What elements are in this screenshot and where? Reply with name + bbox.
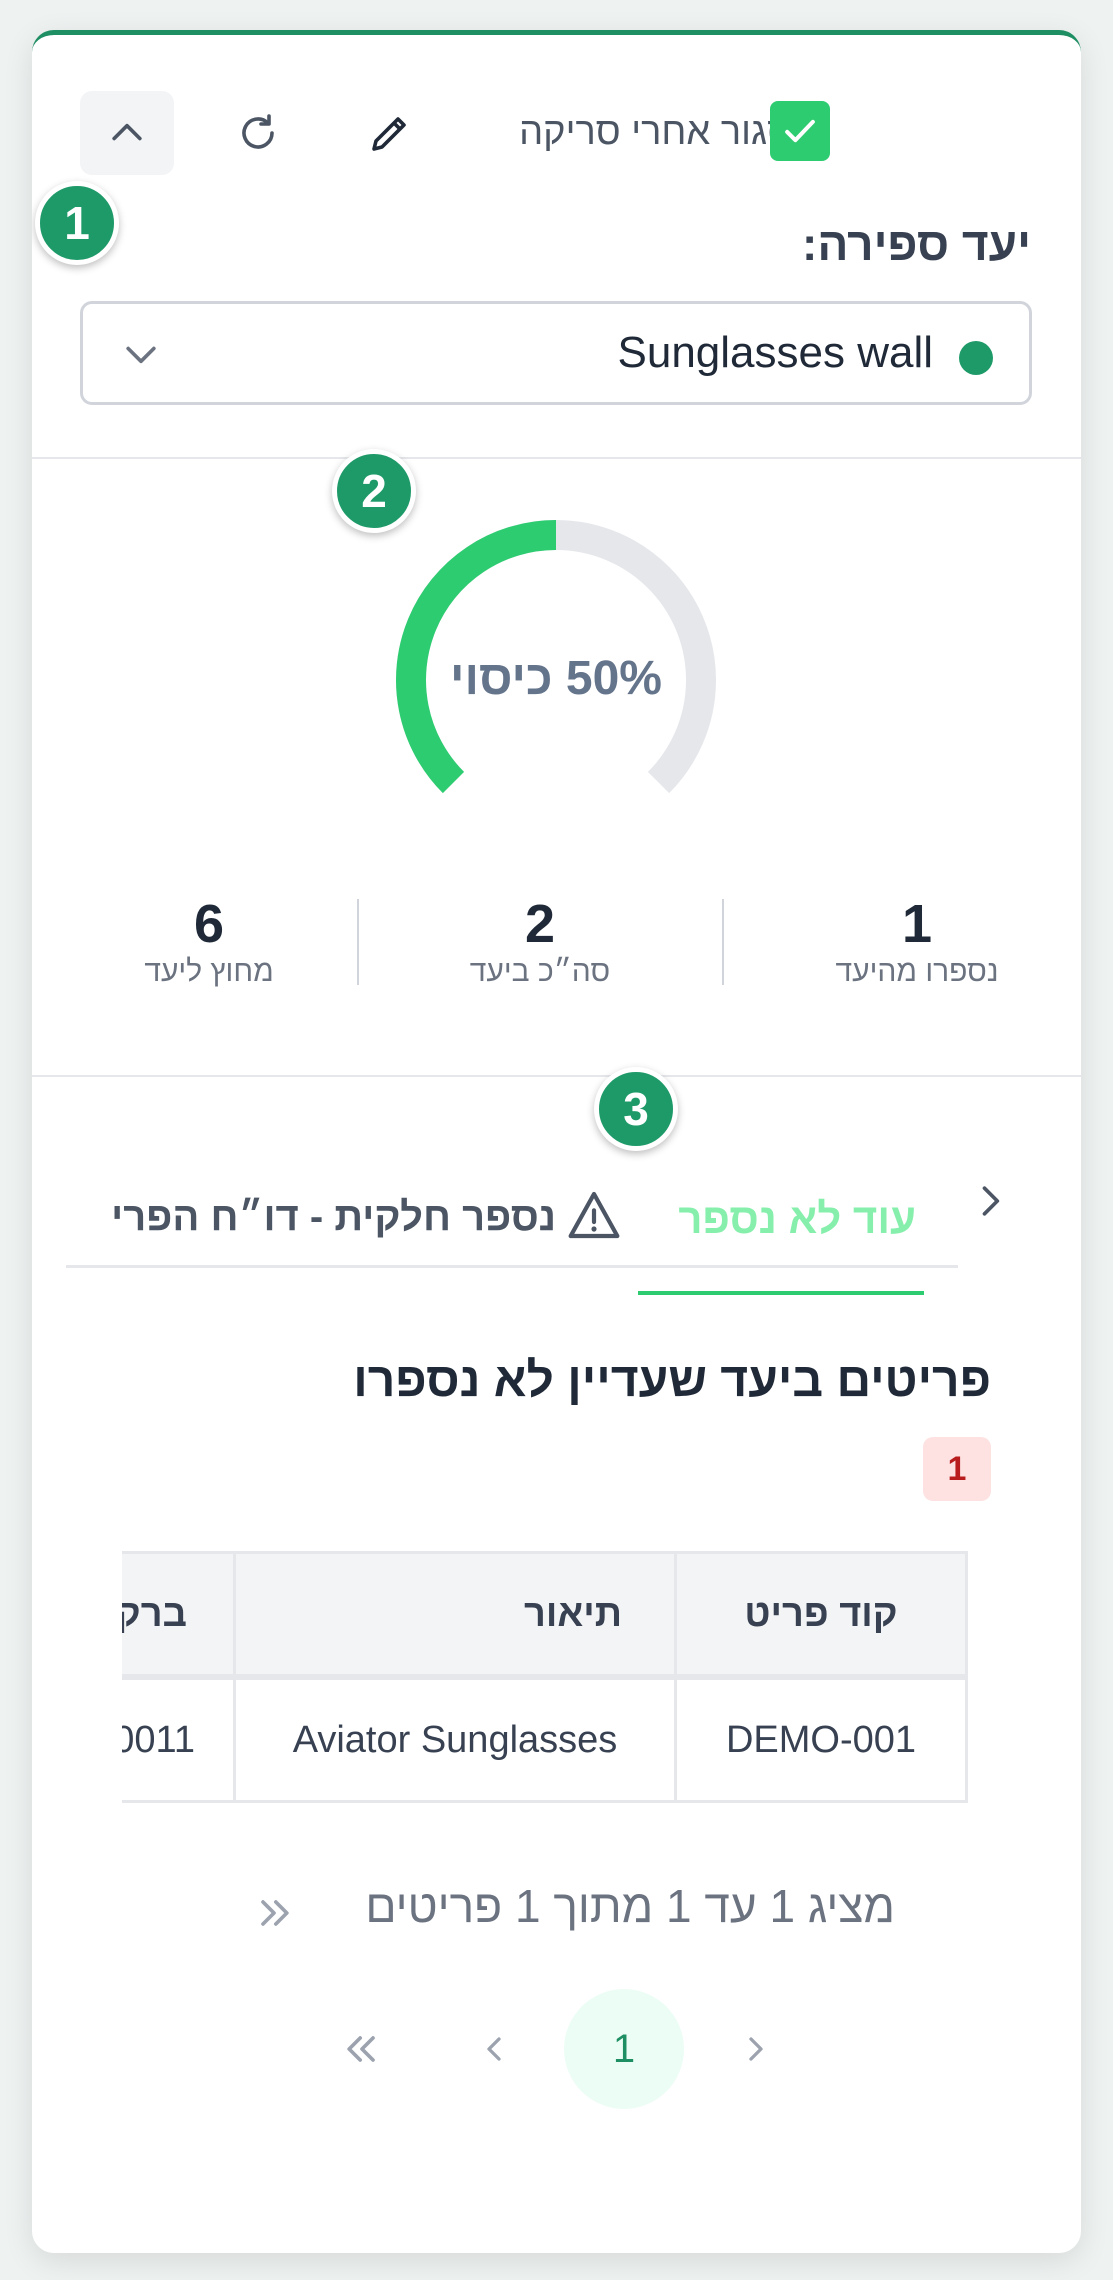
table-header-item-code: קוד פריט (674, 1551, 968, 1677)
double-chevron-left-icon (347, 2036, 375, 2062)
table-cell-item-code: DEMO-001 (674, 1677, 968, 1803)
chevron-down-icon (126, 346, 156, 364)
edit-button[interactable] (358, 101, 422, 165)
step-badge-3: 3 (594, 1067, 678, 1151)
chevron-left-icon (487, 2037, 501, 2061)
close-after-scan-label: סגור אחרי סריקה (519, 111, 792, 153)
check-icon (785, 119, 815, 143)
stat-outside-value: 6 (193, 894, 225, 954)
expand-pagination-button[interactable] (246, 1885, 302, 1941)
tabs-scroll-right-button[interactable] (962, 1165, 1018, 1237)
chevron-right-icon (749, 2037, 763, 2061)
target-label: יעד ספירה: (802, 218, 1031, 270)
table-header-description: תיאור (233, 1551, 677, 1677)
count-panel: סגור אחרי סריקה 1 יעד ספירה: Sunglasses … (32, 30, 1081, 2253)
tab-not-counted[interactable]: עוד לא נספר (638, 1165, 924, 1295)
table-header-barcode: ברקו (122, 1551, 236, 1677)
first-page-button[interactable] (332, 2019, 392, 2079)
double-chevron-right-icon (261, 1900, 289, 1926)
current-page-button[interactable]: 1 (564, 1989, 684, 2109)
stat-outside-label: מחוץ ליעד (144, 955, 274, 988)
refresh-icon (242, 114, 274, 149)
target-status-dot (959, 341, 993, 375)
table-cell-description: Aviator Sunglasses (233, 1677, 677, 1803)
target-select[interactable]: Sunglasses wall (80, 301, 1032, 405)
step-badge-1: 1 (35, 181, 119, 265)
coverage-text: 50% כיסוי (450, 652, 662, 705)
collapse-button[interactable] (80, 91, 174, 175)
target-selected-value: Sunglasses wall (617, 328, 934, 377)
chevron-right-icon (982, 1186, 1000, 1216)
pagination-summary: מציג 1 עד 1 מתוך 1 פריטים (365, 1880, 895, 1932)
close-after-scan-checkbox[interactable] (770, 101, 830, 161)
next-page-button[interactable] (726, 2019, 786, 2079)
section-title: פריטים ביעד שעדיין לא נספרו (353, 1354, 991, 1407)
stat-counted-label: נספרו מהיעד (835, 955, 999, 988)
divider-top (32, 457, 1081, 459)
refresh-button[interactable] (226, 101, 290, 165)
stat-counted-value: 1 (901, 894, 933, 954)
chevron-up-icon (112, 123, 142, 141)
table-cell-barcode: 00011 (122, 1677, 236, 1803)
divider-middle (32, 1075, 1081, 1077)
previous-page-button[interactable] (464, 2019, 524, 2079)
tab-active-indicator (638, 1291, 924, 1295)
tab-not-counted-label: עוד לא נספר (678, 1195, 916, 1242)
tabs-baseline (66, 1265, 958, 1268)
stat-separator (722, 899, 724, 985)
items-table: קוד פריט תיאור ברקו DEMO-001 Aviator Sun… (122, 1551, 994, 1807)
count-badge: 1 (923, 1437, 991, 1501)
tab-partially-counted[interactable]: נספר חלקית - דו״ח הפרי (66, 1165, 626, 1295)
warning-icon (568, 1191, 620, 1239)
stat-total-label: סה״כ ביעד (469, 955, 611, 988)
step-badge-2: 2 (332, 449, 416, 533)
tab-partially-counted-label: נספר חלקית - דו״ח הפרי (111, 1195, 556, 1239)
pencil-icon (372, 117, 406, 151)
stat-total-value: 2 (524, 894, 556, 954)
